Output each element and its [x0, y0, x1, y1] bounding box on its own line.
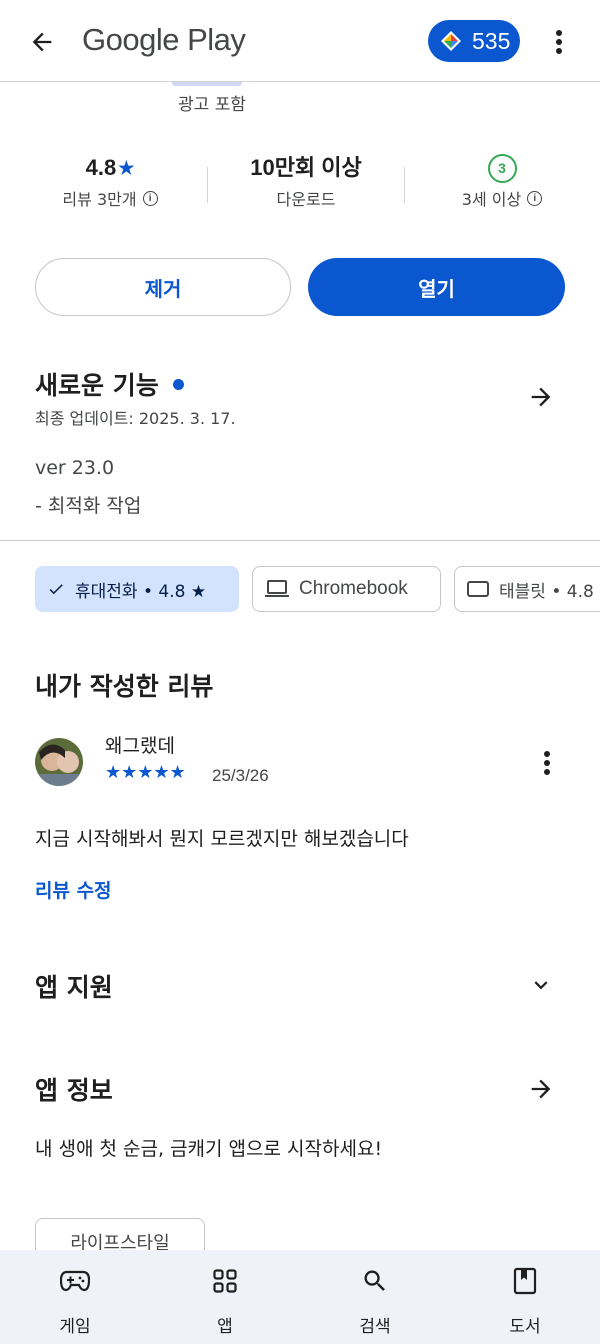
nav-books[interactable]: 도서 [465, 1250, 585, 1344]
arrow-forward-icon [531, 1079, 551, 1099]
top-app-bar: Google Play 535 [0, 0, 600, 82]
gamepad-icon [60, 1270, 90, 1292]
app-support-title[interactable]: 앱 지원 [35, 968, 113, 1004]
check-icon [49, 584, 63, 595]
chip-phone[interactable]: 휴대전화 • 4.8 ★ [35, 566, 239, 612]
open-button[interactable]: 열기 [308, 258, 565, 316]
chip-tablet-label: 태블릿 • 4.8 [499, 581, 594, 602]
whats-new-title: 새로운 기능 [35, 371, 159, 400]
play-points-button[interactable]: 535 [428, 20, 520, 62]
section-divider [0, 540, 600, 541]
apps-grid-icon [213, 1269, 237, 1293]
arrow-back-icon [32, 32, 52, 52]
chip-tablet[interactable]: 태블릿 • 4.8 [454, 566, 600, 612]
stat-divider [207, 167, 208, 203]
rating-stat[interactable]: 4.8 ★ 리뷰 3만개 i [40, 150, 180, 210]
contains-ads-note: 광고 포함 [178, 95, 246, 115]
nav-books-label: 도서 [509, 1317, 541, 1337]
book-icon [513, 1267, 537, 1295]
search-icon [364, 1270, 385, 1291]
review-date: 25/3/26 [212, 766, 269, 785]
play-points-count: 535 [472, 27, 511, 54]
rating-value: 4.8 [85, 155, 117, 180]
age-rating-label: 3세 이상 [461, 190, 522, 209]
downloads-label: 다운로드 [276, 190, 336, 209]
new-indicator-dot [172, 378, 184, 390]
nav-apps-label: 앱 [217, 1317, 233, 1337]
downloads-value: 10만회 이상 [250, 155, 362, 180]
change-note: - 최적화 작업 [35, 495, 142, 517]
chip-phone-label: 휴대전화 • 4.8 ★ [75, 581, 207, 602]
tablet-icon [467, 581, 489, 597]
arrow-forward-icon [531, 387, 551, 407]
bottom-navigation: 게임 앱 검색 도서 [0, 1250, 600, 1344]
nav-apps[interactable]: 앱 [165, 1250, 285, 1344]
app-support-expand-button[interactable] [524, 968, 558, 1002]
stat-divider [404, 167, 405, 203]
nav-games[interactable]: 게임 [15, 1250, 135, 1344]
info-icon: i [142, 190, 158, 206]
nav-search-label: 검색 [359, 1317, 391, 1337]
content-rating-stat[interactable]: 3 3세 이상 i [432, 150, 572, 210]
app-description: 내 생애 첫 순금, 금캐기 앱으로 시작하세요! [35, 1138, 383, 1160]
uninstall-button[interactable]: 제거 [35, 258, 291, 316]
laptop-icon [265, 580, 289, 597]
play-points-icon [441, 31, 461, 51]
nav-games-label: 게임 [59, 1317, 91, 1337]
my-review-title: 내가 작성한 리뷰 [35, 672, 214, 701]
review-stars: ★★★★★ [105, 762, 186, 783]
chip-chromebook-label: Chromebook [299, 578, 408, 599]
more-vert-icon [544, 751, 550, 775]
device-filter-chips: 휴대전화 • 4.8 ★ Chromebook 태블릿 • 4.8 [35, 566, 600, 612]
app-info-title[interactable]: 앱 정보 [35, 1071, 113, 1107]
rating-star-icon: ★ [118, 158, 135, 178]
whats-new-header[interactable]: 새로운 기능 [35, 366, 184, 402]
age-rating-icon: 3 [487, 153, 517, 183]
info-icon: i [527, 190, 543, 206]
app-bar-title: Google Play [82, 22, 246, 57]
edit-review-link[interactable]: 리뷰 수정 [35, 876, 112, 903]
reviewer-avatar [35, 738, 83, 786]
more-options-button[interactable] [542, 24, 576, 60]
review-more-button[interactable] [530, 745, 564, 781]
more-vert-icon [556, 30, 562, 54]
chip-chromebook[interactable]: Chromebook [252, 566, 441, 612]
reviews-count: 리뷰 3만개 [62, 190, 137, 209]
back-button[interactable] [22, 22, 62, 62]
version-text: ver 23.0 [35, 457, 115, 479]
nav-search[interactable]: 검색 [315, 1250, 435, 1344]
app-info-arrow-button[interactable] [524, 1072, 558, 1106]
last-updated-date: 최종 업데이트: 2025. 3. 17. [35, 409, 236, 428]
review-text: 지금 시작해봐서 뭔지 모르겠지만 해보겠습니다 [35, 828, 409, 850]
whats-new-arrow-button[interactable] [524, 380, 558, 414]
reviewer-name: 왜그랬데 [105, 735, 175, 757]
downloads-stat: 10만회 이상 다운로드 [226, 150, 386, 210]
chevron-down-icon [534, 981, 548, 990]
scrolled-title-fragment [172, 82, 242, 86]
